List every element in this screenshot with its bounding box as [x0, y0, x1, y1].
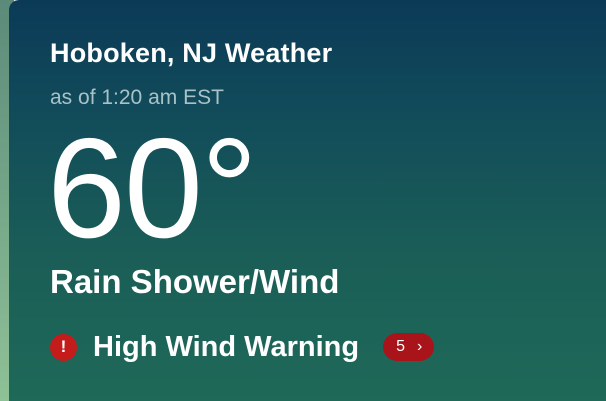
weather-card: Hoboken, NJ Weather as of 1:20 am EST 60… [9, 0, 606, 401]
weather-alert[interactable]: ! High Wind Warning 5 › [50, 330, 435, 364]
weather-condition: Rain Shower/Wind [50, 263, 340, 300]
alert-count: 5 [396, 338, 405, 355]
current-temperature: 60° [47, 109, 258, 268]
alert-count-button[interactable]: 5 › [383, 333, 435, 361]
updated-timestamp: as of 1:20 am EST [50, 86, 224, 109]
alert-exclamation-icon: ! [50, 333, 77, 361]
alert-title[interactable]: High Wind Warning [93, 331, 359, 364]
chevron-right-icon: › [416, 338, 423, 355]
location-title[interactable]: Hoboken, NJ Weather [50, 38, 332, 69]
